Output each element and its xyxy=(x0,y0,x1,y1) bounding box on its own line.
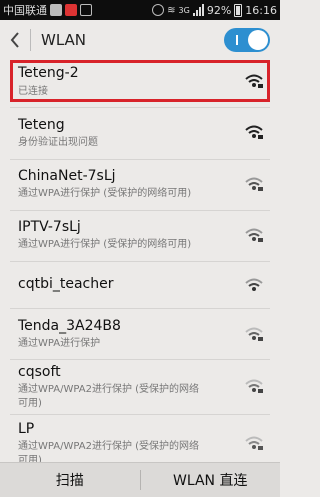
battery-percent: 92% xyxy=(206,3,232,17)
wifi-locked-icon xyxy=(245,177,263,191)
network-item[interactable]: LP 通过WPA/WPA2进行保护 (受保护的网络 可用) xyxy=(0,415,280,466)
carrier-label: 中国联通 xyxy=(3,4,47,17)
title-bar: WLAN xyxy=(0,20,280,60)
network-item[interactable]: Tenda_3A24B8 通过WPA进行保护 xyxy=(0,309,280,359)
wifi-locked-icon xyxy=(245,379,263,393)
network-status-line2: 可用) xyxy=(18,398,42,409)
bottom-action-bar: 扫描 WLAN 直连 xyxy=(0,462,280,497)
clock: 16:16 xyxy=(245,3,277,17)
scan-button[interactable]: 扫描 xyxy=(0,470,140,490)
wifi-locked-icon xyxy=(245,327,263,341)
battery-icon xyxy=(234,3,243,17)
back-button[interactable] xyxy=(0,20,30,60)
notification-icon xyxy=(50,4,62,16)
network-ssid: ChinaNet-7sLj xyxy=(18,168,116,184)
network-status: 通过WPA进行保护 (受保护的网络可用) xyxy=(18,239,192,250)
app-notification-icon xyxy=(65,4,77,16)
network-status-line1: 通过WPA/WPA2进行保护 (受保护的网络 xyxy=(18,384,200,395)
network-item[interactable]: cqtbi_teacher xyxy=(0,262,280,308)
network-ssid: cqsoft xyxy=(18,364,61,380)
network-item[interactable]: ChinaNet-7sLj 通过WPA进行保护 (受保护的网络可用) xyxy=(0,160,280,210)
network-status: 通过WPA进行保护 xyxy=(18,338,101,349)
wifi-locked-icon xyxy=(245,125,263,139)
wifi-locked-icon xyxy=(245,228,263,242)
network-ssid: cqtbi_teacher xyxy=(18,276,114,292)
network-ssid: Tenda_3A24B8 xyxy=(18,318,121,334)
signal-icon xyxy=(192,4,204,16)
network-type: 3G xyxy=(178,5,190,15)
network-ssid: IPTV-7sLj xyxy=(18,219,81,235)
selected-network-highlight xyxy=(10,60,270,102)
title-divider xyxy=(30,29,31,51)
network-item[interactable]: IPTV-7sLj 通过WPA进行保护 (受保护的网络可用) xyxy=(0,211,280,261)
wlan-direct-button[interactable]: WLAN 直连 xyxy=(141,470,281,490)
usb-icon xyxy=(80,4,92,16)
network-item[interactable]: cqsoft 通过WPA/WPA2进行保护 (受保护的网络 可用) xyxy=(0,360,280,412)
wifi-status-icon: ≋ xyxy=(167,4,176,16)
wlan-toggle[interactable] xyxy=(224,28,270,52)
chevron-left-icon xyxy=(10,32,19,48)
toggle-on-indicator xyxy=(236,35,238,45)
alarm-icon xyxy=(152,4,165,16)
wifi-icon xyxy=(245,278,263,291)
wifi-locked-icon xyxy=(245,436,263,450)
network-item[interactable]: Teteng 身份验证出现问题 xyxy=(0,108,280,159)
network-status: 通过WPA进行保护 (受保护的网络可用) xyxy=(18,188,192,199)
page-title: WLAN xyxy=(41,31,87,49)
toggle-knob xyxy=(248,30,268,50)
status-bar: 中国联通 ≋ 3G 92% 16:16 xyxy=(0,0,280,20)
network-status: 身份验证出现问题 xyxy=(18,137,98,148)
network-ssid: LP xyxy=(18,421,35,437)
network-ssid: Teteng xyxy=(18,117,65,133)
network-status-line1: 通过WPA/WPA2进行保护 (受保护的网络 xyxy=(18,441,200,452)
